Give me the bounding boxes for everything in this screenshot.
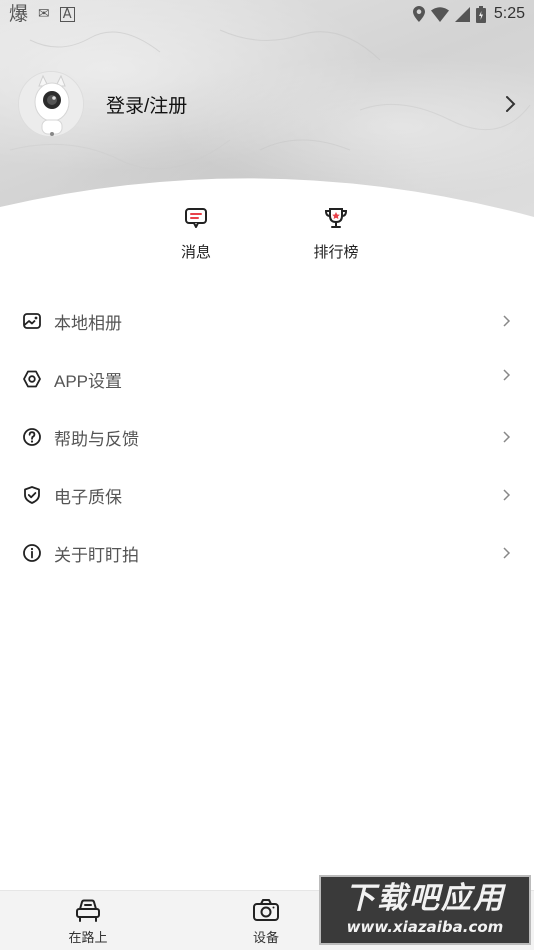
tab-device[interactable]: 设备	[221, 897, 311, 946]
notification-mail-icon: ✉	[38, 6, 50, 22]
status-bar-system: 5:25	[412, 5, 525, 23]
chevron-right-icon[interactable]	[504, 94, 518, 114]
chevron-right-icon	[503, 315, 511, 327]
signal-icon	[454, 6, 470, 22]
menu-item-app-settings[interactable]: APP设置	[0, 350, 534, 408]
avatar[interactable]	[18, 71, 84, 137]
menu-item-about[interactable]: 关于盯盯拍	[0, 524, 534, 582]
trophy-icon	[324, 208, 348, 228]
login-register-label[interactable]: 登录/注册	[106, 91, 187, 118]
quick-actions: 消息 排行榜	[0, 205, 534, 275]
status-bar: 爆 ✉ A 5:25	[0, 0, 534, 28]
avatar-robot-icon	[19, 72, 83, 136]
menu-item-label: 关于盯盯拍	[54, 545, 139, 565]
camera-icon	[253, 899, 279, 921]
messages-label: 消息	[180, 244, 211, 261]
shield-icon	[24, 486, 40, 504]
watermark-url: www.xiazaiba.com	[346, 918, 504, 936]
tab-on-the-road[interactable]: 在路上	[43, 897, 133, 946]
help-icon	[23, 428, 41, 446]
chevron-right-icon	[503, 369, 511, 381]
location-icon	[412, 6, 425, 22]
status-bar-notifications: 爆 ✉ A	[9, 2, 75, 25]
menu-item-label: 电子质保	[54, 487, 122, 507]
messages-button[interactable]: 消息	[151, 205, 241, 262]
ranking-label: 排行榜	[313, 244, 359, 261]
login-row[interactable]: 登录/注册	[18, 70, 522, 138]
notification-a-icon: A	[59, 6, 75, 22]
ranking-button[interactable]: 排行榜	[291, 205, 381, 262]
notification-app-icon: 爆	[9, 2, 29, 25]
chevron-right-icon	[503, 547, 511, 559]
menu-item-label: 本地相册	[54, 313, 122, 333]
watermark-logo: 下载吧应用 www.xiazaiba.com	[319, 875, 531, 945]
tab-label: 在路上	[68, 930, 108, 945]
settings-menu: 本地相册 APP设置 帮助与反馈 电子质保 关于盯盯拍	[0, 292, 534, 582]
album-icon	[23, 313, 41, 329]
wifi-icon	[430, 6, 449, 22]
chevron-right-icon	[503, 431, 511, 443]
menu-item-label: APP设置	[54, 371, 123, 391]
menu-item-local-album[interactable]: 本地相册	[0, 292, 534, 350]
watermark-title: 下载吧应用	[345, 881, 505, 916]
chevron-right-icon	[503, 489, 511, 501]
menu-item-help-feedback[interactable]: 帮助与反馈	[0, 408, 534, 466]
message-icon	[185, 208, 207, 228]
battery-icon	[475, 5, 486, 23]
menu-item-label: 帮助与反馈	[54, 429, 139, 449]
car-icon	[76, 899, 100, 922]
status-time: 5:25	[493, 5, 525, 22]
tab-label: 设备	[252, 930, 279, 945]
info-icon	[23, 544, 41, 562]
settings-icon	[23, 370, 41, 388]
menu-item-e-warranty[interactable]: 电子质保	[0, 466, 534, 524]
